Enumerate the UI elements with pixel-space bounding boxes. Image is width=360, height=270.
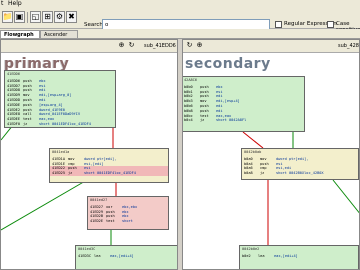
zoom-icon[interactable]: ⚙ bbox=[54, 11, 65, 23]
instruction-line[interactable]: 41EDF0 jz short 0041EDF4loc_41EDF4 bbox=[5, 122, 115, 127]
case-checkbox[interactable] bbox=[327, 21, 334, 28]
tab-flowgraph[interactable]: Flowgraph bbox=[0, 30, 40, 38]
instruction-address: b0e2 bbox=[242, 253, 251, 258]
instruction-operands: eax,[edi+4] bbox=[274, 253, 298, 258]
secondary-pane: sub_428 ↻ ⊕ secondary 42A8C6 b0b0 push ebx… bbox=[182, 39, 360, 270]
instruction-address: 41ED2E bbox=[90, 219, 103, 224]
instruction-mnemonic: jz bbox=[68, 171, 73, 176]
toolbar-separator bbox=[27, 12, 28, 23]
instruction-line[interactable]: b0e2 lea eax,[edi+4] bbox=[240, 254, 358, 259]
instruction-operands: short 0041EDF4loc_41EDF4 bbox=[84, 171, 136, 176]
instruction-mnemonic: jz bbox=[23, 121, 28, 126]
instruction-address: 41EDF0 bbox=[7, 121, 20, 126]
instruction-operands: short 0042A8Fl bbox=[216, 118, 247, 123]
instruction-mnemonic: jz bbox=[200, 118, 205, 123]
instruction-line[interactable]: 41ED2E test short bbox=[88, 219, 168, 224]
menu-item-help[interactable]: Help bbox=[8, 0, 22, 7]
menu-item-t[interactable]: t bbox=[1, 0, 3, 7]
instruction-operands: eax,[edi+4] bbox=[110, 253, 134, 258]
instruction-operands: short bbox=[122, 219, 133, 224]
instruction-operands: short 0041EDF4loc_41EDF4 bbox=[39, 121, 91, 126]
instruction-mnemonic: lea bbox=[258, 253, 265, 258]
code-block[interactable]: 42A8C6 b0b0 push ebx b0b1 push esi b0b2 push edi… bbox=[183, 76, 305, 132]
tab-ascender[interactable]: Ascender bbox=[40, 30, 78, 38]
open-icon[interactable]: 📁 bbox=[2, 11, 13, 23]
toolbar: 📁 ▣ ◱ ⊞ ⚙ ✖ Search Regular Expression Ca… bbox=[0, 8, 360, 33]
instruction-address: 41ED3C bbox=[78, 253, 91, 258]
instruction-operands: short 0042B0Xloc_42B0X bbox=[276, 171, 324, 176]
code-block[interactable]: 0041ed3C 41ED3C lea eax,[edi+4] bbox=[75, 245, 177, 269]
instruction-address: b0c4 bbox=[184, 118, 193, 123]
secondary-title: secondary bbox=[185, 56, 271, 72]
menu-bar: t Help bbox=[0, 0, 360, 8]
instruction-mnemonic: test bbox=[106, 219, 115, 224]
code-block[interactable]: 41EDD6 41EDD6 push ebx 41EDD7 push esi 41EDD8 p… bbox=[4, 70, 116, 128]
regex-checkbox[interactable] bbox=[275, 21, 282, 28]
close-icon[interactable]: ✖ bbox=[66, 11, 77, 23]
code-block[interactable]: 0041ed27 41ED27 xor ebx,ebx 41ED29 push ebx 41… bbox=[87, 196, 169, 230]
save-icon[interactable]: ▣ bbox=[14, 11, 25, 23]
code-block[interactable]: 0041ed1a 41ED1A mov dword ptr[edi], 41ED1E c… bbox=[49, 148, 169, 183]
instruction-address: b0a8 bbox=[244, 171, 253, 176]
primary-pane: sub_41EDD6 ↻ ⊕ primary 41EDD6 41EDD6 push… bbox=[0, 39, 178, 270]
instruction-line[interactable]: b0a8 jz short 0042B0Xloc_42B0X bbox=[242, 171, 358, 176]
code-block[interactable]: 0042b0e2 b0e2 lea eax,[edi+4] bbox=[239, 245, 359, 269]
instruction-line[interactable]: 41ED3C lea eax,[edi+4] bbox=[76, 253, 177, 259]
tab-bar: Flowgraph Ascender bbox=[0, 29, 360, 39]
instruction-mnemonic: jz bbox=[260, 171, 265, 176]
code-block[interactable]: 0042b0ab b0a0 mov dword ptr[edi], b0a4 push e… bbox=[241, 148, 359, 180]
instruction-mnemonic: lea bbox=[94, 253, 101, 258]
instruction-address: 41ED25 bbox=[52, 171, 65, 176]
instruction-line[interactable]: b0c4 jz short 0042A8Fl bbox=[183, 118, 304, 123]
instruction-line[interactable]: 41ED25 jz short 0041EDF4loc_41EDF4 bbox=[50, 171, 168, 176]
layout-icon[interactable]: ⊞ bbox=[42, 11, 53, 23]
graph-icon[interactable]: ◱ bbox=[30, 11, 41, 23]
search-label: Search bbox=[84, 22, 103, 28]
